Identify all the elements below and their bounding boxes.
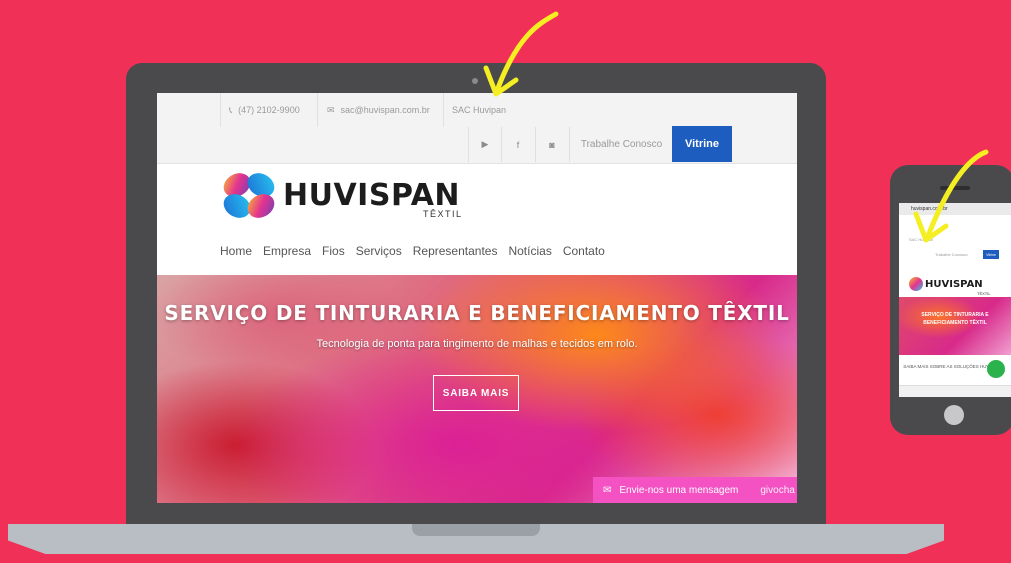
phone-hero-title: SERVIÇO DE TINTURARIA E BENEFICIAMENTO T… [921, 312, 989, 326]
divider [317, 93, 318, 127]
youtube-icon[interactable]: ▶ [468, 127, 501, 162]
chat-trailing-text: givocha [760, 484, 795, 496]
main-nav: Home Empresa Fios Serviços Representante… [220, 244, 605, 258]
phone-icon: 📞︎ [229, 104, 233, 115]
phone-speaker [940, 186, 970, 190]
phone-number: (47) 2102-9900 [238, 105, 300, 115]
divider [443, 93, 444, 127]
nav-item-fios[interactable]: Fios [322, 244, 345, 258]
hero-title: SERVIÇO DE TINTURARIA E BENEFICIAMENTO T… [164, 301, 790, 325]
phone-screen: huvispan.com.br SAC Huvipan Trabalhe Con… [899, 203, 1011, 397]
phone-url-bar[interactable]: huvispan.com.br [899, 203, 1011, 215]
hero-banner: SERVIÇO DE TINTURARIA E BENEFICIAMENTO T… [157, 275, 797, 503]
phone-brand: HUVISPAN [925, 279, 983, 290]
huvispan-logo-icon[interactable] [221, 169, 277, 221]
hero-subtitle: Tecnologia de ponta para tingimento de m… [316, 338, 638, 350]
nav-item-representantes[interactable]: Representantes [413, 244, 498, 258]
nav-item-contato[interactable]: Contato [563, 244, 605, 258]
saiba-mais-button[interactable]: SAIBA MAIS [433, 375, 519, 411]
instagram-icon[interactable]: ◙ [535, 127, 568, 162]
brand-sub: TÊXTIL [423, 209, 463, 219]
sac-label: SAC Huvipan [452, 105, 507, 115]
divider [220, 93, 221, 127]
mail-icon: ✉︎ [327, 104, 335, 115]
nav-item-home[interactable]: Home [220, 244, 252, 258]
nav-item-empresa[interactable]: Empresa [263, 244, 311, 258]
brand-name[interactable]: HUVISPAN [283, 178, 460, 213]
trabalhe-conosco-link[interactable]: Trabalhe Conosco [569, 127, 673, 162]
chat-widget[interactable]: ✉︎ Envie-nos uma mensagem givocha [593, 477, 797, 503]
phone-trabalhe: Trabalhe Conosco [935, 252, 968, 257]
laptop-screen: 📞︎ (47) 2102-9900 ✉︎ sac@huvispan.com.br… [157, 93, 797, 503]
nav-item-servicos[interactable]: Serviços [356, 244, 402, 258]
laptop-camera [472, 78, 478, 84]
phone-vitrine-button[interactable]: Vitrine [983, 250, 999, 259]
phone-logo-icon [909, 277, 923, 291]
chat-label: Envie-nos uma mensagem [619, 484, 739, 496]
email-address: sac@huvispan.com.br [340, 105, 430, 115]
phone-chat-button[interactable] [987, 360, 1005, 378]
chat-mail-icon: ✉︎ [603, 484, 612, 496]
email-contact[interactable]: ✉︎ sac@huvispan.com.br [327, 93, 430, 127]
facebook-icon[interactable]: f [501, 127, 534, 162]
laptop-notch [412, 524, 540, 536]
phone-contact[interactable]: 📞︎ (47) 2102-9900 [229, 93, 300, 127]
vitrine-button[interactable]: Vitrine [672, 126, 732, 162]
phone-toolbar [899, 385, 1011, 397]
phone-sac: SAC Huvipan [909, 237, 934, 242]
phone-brand-sub: TÊXTIL [977, 291, 991, 296]
sac-link[interactable]: SAC Huvipan [452, 93, 506, 127]
nav-item-noticias[interactable]: Notícias [508, 244, 551, 258]
phone-home-button[interactable] [944, 405, 964, 425]
